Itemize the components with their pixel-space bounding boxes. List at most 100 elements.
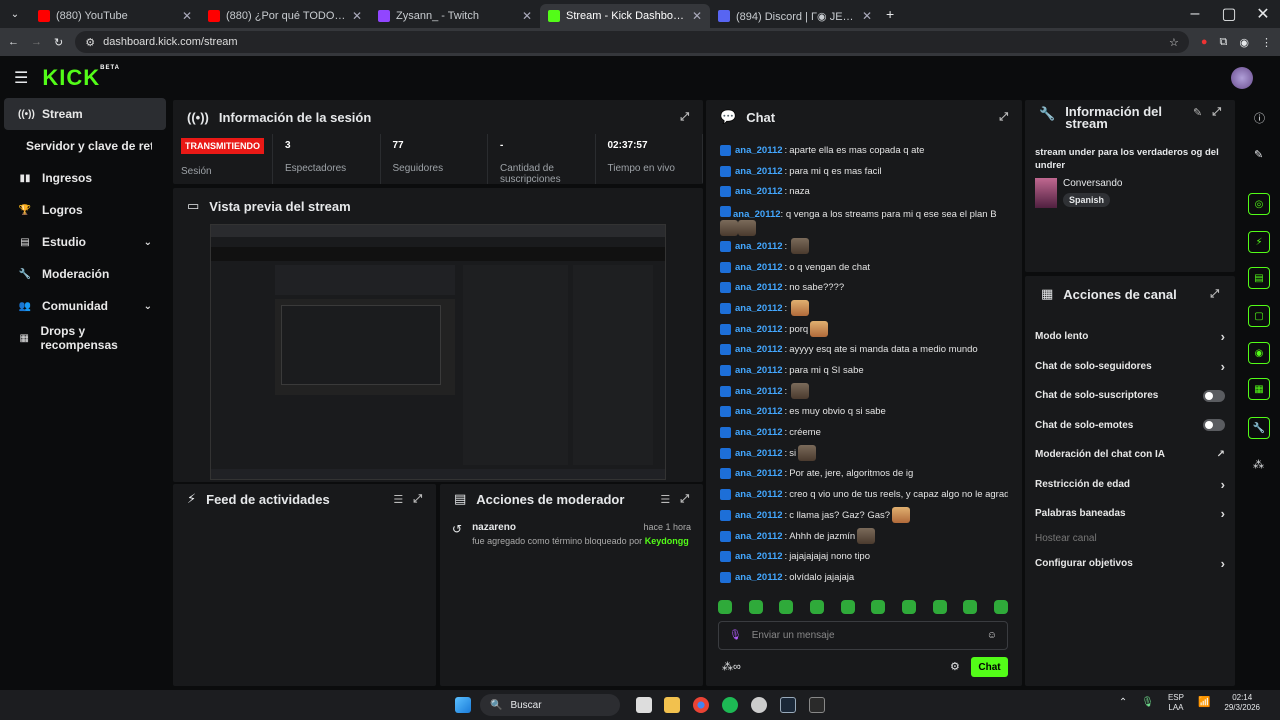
chat-input[interactable]: 🎙 Enviar un mensaje ☺: [718, 621, 1008, 650]
site-info-icon[interactable]: ⚙: [85, 36, 95, 49]
chat-username[interactable]: ana_20112: [735, 572, 783, 583]
clock[interactable]: 02:14 29/3/2026: [1224, 693, 1260, 713]
category-thumbnail[interactable]: [1035, 178, 1057, 208]
filter-icon[interactable]: ☰: [660, 493, 670, 506]
chevron-down-icon[interactable]: ⌄: [144, 237, 152, 248]
new-tab-button[interactable]: +: [886, 6, 894, 22]
sidebar-item-2[interactable]: ▮▮ Ingresos: [4, 162, 166, 194]
sidebar-item-7[interactable]: ▦ Drops y recompensas: [4, 322, 166, 354]
chrome-icon[interactable]: [693, 697, 709, 713]
chat-username[interactable]: ana_20112: [735, 365, 783, 376]
bookmark-icon[interactable]: ☆: [1169, 36, 1179, 49]
url-field[interactable]: ⚙ dashboard.kick.com/stream ☆: [75, 31, 1189, 53]
discord-taskbar-icon[interactable]: [751, 697, 767, 713]
browser-tab-2[interactable]: Zysann_ - Twitch ✕: [370, 4, 540, 28]
rail-lightning-icon[interactable]: ⚡: [1248, 231, 1270, 253]
edit-icon[interactable]: ✎: [1193, 106, 1202, 119]
forward-icon[interactable]: →: [31, 36, 42, 48]
channel-action-8[interactable]: Configurar objetivos ›: [1035, 549, 1225, 579]
chat-username[interactable]: ana_20112: [735, 468, 783, 479]
chevron-down-icon[interactable]: ⌄: [144, 301, 152, 312]
microphone-icon[interactable]: 🎙: [729, 630, 742, 641]
quick-emote-icon[interactable]: [779, 600, 794, 614]
rail-layout-icon[interactable]: ▦: [1248, 378, 1270, 400]
chat-username[interactable]: ana_20112: [735, 551, 783, 562]
file-explorer-icon[interactable]: [664, 697, 680, 713]
chat-username[interactable]: ana_20112: [735, 448, 783, 459]
chat-settings-icon[interactable]: ⚙: [950, 660, 960, 673]
chat-username[interactable]: ana_20112: [735, 241, 783, 252]
chat-username[interactable]: ana_20112: [735, 406, 783, 417]
sidebar-item-1[interactable]: Servidor y clave de retransmisión: [4, 130, 166, 162]
quick-emote-icon[interactable]: [809, 600, 824, 614]
browser-tab-4[interactable]: (894) Discord | Γ◉ JESPERA 1 … ✕: [710, 4, 880, 28]
filter-icon[interactable]: ☰: [393, 493, 403, 506]
chat-username[interactable]: ana_20112: [735, 262, 783, 273]
kick-logo[interactable]: KICKBETA: [42, 65, 120, 91]
chevron-right-icon[interactable]: ›: [1221, 556, 1225, 571]
sidebar-item-3[interactable]: 🏆 Logros: [4, 194, 166, 226]
browser-tab-3[interactable]: Stream - Kick Dashboard ✕: [540, 4, 710, 28]
channel-action-3[interactable]: Chat de solo-emotes: [1035, 411, 1225, 441]
channel-action-6[interactable]: Palabras baneadas ›: [1035, 499, 1225, 529]
extensions-puzzle-icon[interactable]: ⧉: [1220, 36, 1228, 49]
steam-icon[interactable]: [780, 697, 796, 713]
chat-username[interactable]: ana_20112: [735, 282, 783, 293]
expand-icon[interactable]: ⤢: [413, 493, 422, 506]
profile-icon[interactable]: ◉: [1239, 36, 1249, 49]
chat-username[interactable]: ana_20112: [735, 186, 783, 197]
channel-action-5[interactable]: Restricción de edad ›: [1035, 470, 1225, 500]
rail-broadcast-icon[interactable]: ◉: [1248, 342, 1270, 364]
chat-username[interactable]: ana_20112: [735, 531, 783, 542]
tab-close-icon[interactable]: ✕: [352, 9, 362, 23]
chevron-right-icon[interactable]: ›: [1221, 506, 1225, 521]
quick-emote-icon[interactable]: [748, 600, 763, 614]
channel-action-4[interactable]: Moderación del chat con IA ↗: [1035, 440, 1225, 470]
rail-wrench-icon[interactable]: 🔧: [1248, 417, 1270, 439]
chat-message-list[interactable]: ana_20112: aparte ella es mas copada q a…: [706, 140, 1022, 588]
expand-icon[interactable]: ⤢: [680, 111, 689, 124]
window-maximize-icon[interactable]: ▢: [1212, 4, 1246, 24]
chat-username[interactable]: ana_20112: [735, 166, 783, 177]
channel-action-1[interactable]: Chat de solo-seguidores ›: [1035, 352, 1225, 382]
sidebar-item-0[interactable]: ((•)) Stream: [4, 98, 166, 130]
chat-username[interactable]: ana_20112: [733, 209, 781, 220]
spotify-icon[interactable]: [722, 697, 738, 713]
tab-close-icon[interactable]: ✕: [522, 9, 532, 23]
chat-username[interactable]: ana_20112: [735, 324, 783, 335]
sidebar-item-4[interactable]: ▤ Estudio ⌄: [4, 226, 166, 258]
taskbar-search[interactable]: 🔍 Buscar: [480, 694, 620, 716]
chat-username[interactable]: ana_20112: [735, 303, 783, 314]
sidebar-item-5[interactable]: 🔧 Moderación: [4, 258, 166, 290]
mod-entry-by[interactable]: Keydongg: [645, 536, 689, 546]
hamburger-menu-icon[interactable]: ☰: [14, 68, 28, 88]
external-link-icon[interactable]: ↗: [1217, 449, 1225, 460]
tray-expand-icon[interactable]: ⌃: [1119, 698, 1127, 708]
channel-action-0[interactable]: Modo lento ›: [1035, 322, 1225, 352]
tab-close-icon[interactable]: ✕: [862, 9, 872, 23]
mic-tray-icon[interactable]: 🎙: [1141, 698, 1154, 708]
toggle-switch[interactable]: [1203, 389, 1225, 402]
stream-preview-video[interactable]: [210, 224, 666, 480]
browser-tab-1[interactable]: (880) ¿Por qué TODOS los ARTI… ✕: [200, 4, 370, 28]
expand-icon[interactable]: ⤢: [999, 111, 1008, 124]
chat-username[interactable]: ana_20112: [735, 145, 783, 156]
rail-document-icon[interactable]: ▤: [1248, 267, 1270, 289]
task-view-icon[interactable]: [636, 697, 652, 713]
pencil-icon[interactable]: ✎: [1254, 148, 1263, 161]
quick-emote-icon[interactable]: [993, 600, 1008, 614]
reload-icon[interactable]: ↻: [54, 36, 63, 49]
window-close-icon[interactable]: ✕: [1246, 4, 1280, 24]
quick-emote-icon[interactable]: [932, 600, 947, 614]
window-minimize-icon[interactable]: –: [1178, 5, 1212, 23]
chevron-right-icon[interactable]: ›: [1221, 477, 1225, 492]
wifi-icon[interactable]: 📶: [1198, 698, 1210, 708]
user-avatar[interactable]: [1231, 67, 1253, 89]
expand-icon[interactable]: ⤢: [1210, 288, 1219, 301]
chat-username[interactable]: ana_20112: [735, 510, 783, 521]
expand-icon[interactable]: ⤢: [1212, 106, 1221, 119]
tab-close-icon[interactable]: ✕: [182, 9, 192, 23]
tab-search-icon[interactable]: ⌄: [0, 9, 30, 20]
channel-action-2[interactable]: Chat de solo-suscriptores: [1035, 381, 1225, 411]
chevron-right-icon[interactable]: ›: [1221, 359, 1225, 374]
